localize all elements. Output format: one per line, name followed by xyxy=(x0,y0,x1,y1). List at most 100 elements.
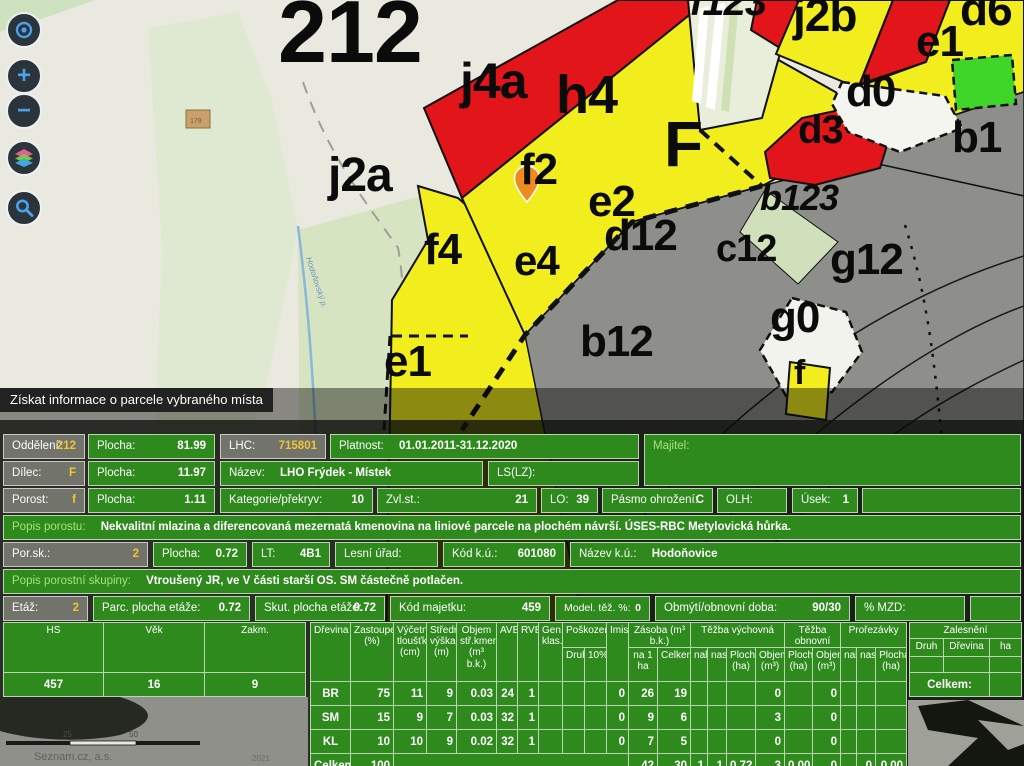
zoom-out-button[interactable]: − xyxy=(6,93,42,129)
field-zv-st: Zvl.st.: 21 xyxy=(377,488,537,513)
hs-value: 9 xyxy=(205,673,306,697)
layers-button[interactable] xyxy=(6,140,42,176)
field-lhc: LHC: 715801 xyxy=(220,434,326,459)
zalesneni-header: Druh xyxy=(910,639,944,657)
field-value: 0.72 xyxy=(219,597,241,619)
field-usek: Úsek: 1 xyxy=(792,488,858,513)
field-value: 459 xyxy=(522,597,541,619)
field-skut-plocha-etaze: Skut. plocha etáže: 0.72 xyxy=(255,596,385,621)
table-cell: 1 xyxy=(691,754,708,766)
hs-header: HS xyxy=(4,623,104,673)
forest-map-app: Hodoňovský p. 179 xyxy=(0,0,1024,766)
table-cell: Celkem: xyxy=(311,754,351,766)
zalesneni-header: Dřevina xyxy=(944,639,990,657)
table-cell xyxy=(990,673,1022,697)
field-label: Kód k.ú.: xyxy=(452,548,497,560)
table-cell xyxy=(708,730,727,754)
table-cell xyxy=(944,657,990,673)
field-nazev-ku: Název k.ú.: Hodoňovice xyxy=(570,542,1021,567)
table-cell xyxy=(841,754,857,766)
table-cell: 26 xyxy=(629,682,658,706)
group-header-obnovni: Těžba obnovní xyxy=(785,623,841,648)
col-header: Gen. klas. xyxy=(539,623,563,682)
map-label-e1-top: e1 xyxy=(916,20,963,64)
table-cell: 9 xyxy=(427,682,457,706)
sub-header: Plocha (ha) xyxy=(876,648,907,682)
map-year: 2021 xyxy=(252,754,270,763)
table-cell: 0 xyxy=(756,730,785,754)
sub-header: Plocha (ha) xyxy=(785,648,813,682)
sub-header: nal. xyxy=(841,648,857,682)
field-value: 39 xyxy=(576,489,589,511)
table-cell: 0.02 xyxy=(457,730,497,754)
basemap-bottom-right xyxy=(908,700,1024,766)
field-model-tez: Model. těž. %: 0 xyxy=(555,596,650,621)
field-lo: LO: 39 xyxy=(541,488,598,513)
table-cell xyxy=(876,730,907,754)
field-label: Oddělení: xyxy=(12,440,62,452)
hs-table: HS Věk Zakm. 457 16 9 xyxy=(3,622,306,697)
table-cell: 0.72 xyxy=(727,754,756,766)
sub-header: na 1 ha xyxy=(629,648,658,682)
table-cell xyxy=(857,682,876,706)
map-label-j2a: j2a xyxy=(328,152,392,200)
map-attribution: Seznam.cz, a.s. xyxy=(34,751,112,763)
field-value: 715801 xyxy=(279,435,317,457)
map-label-d3: d3 xyxy=(798,110,843,150)
table-cell: 6 xyxy=(658,706,691,730)
field-value: 10 xyxy=(351,489,364,511)
table-cell xyxy=(727,682,756,706)
table-row-br: BR 75 11 9 0.03 24 1 0 26 19 0 0 xyxy=(311,682,907,706)
field-value: 1 xyxy=(843,489,849,511)
table-cell xyxy=(563,730,585,754)
table-cell xyxy=(691,706,708,730)
field-etaz: Etáž: 2 xyxy=(3,596,88,621)
table-cell: 19 xyxy=(658,682,691,706)
table-cell: 9 xyxy=(427,730,457,754)
field-value: 0.72 xyxy=(216,543,238,565)
zalesneni-header: ha xyxy=(990,639,1022,657)
table-cell xyxy=(727,706,756,730)
field-por-sk: Por.sk.: 2 xyxy=(3,542,148,567)
field-value: 01.01.2011-31.12.2020 xyxy=(399,440,517,452)
table-cell xyxy=(990,657,1022,673)
table-row-celkem: Celkem: 100 42 30 1 1 0.72 3 0.00 0 0 0.… xyxy=(311,754,907,766)
layers-icon xyxy=(13,147,35,169)
hs-value: 16 xyxy=(104,673,205,697)
table-cell: 32 xyxy=(497,706,518,730)
field-label: Popis porostní skupiny: xyxy=(12,575,131,587)
sub-header: Objem (m³) xyxy=(813,648,841,682)
hs-value: 457 xyxy=(4,673,104,697)
table-cell: KL xyxy=(311,730,351,754)
field-value: 90/30 xyxy=(812,597,841,619)
field-label: Plocha: xyxy=(97,467,135,479)
table-cell: 32 xyxy=(497,730,518,754)
zalesneni-table: Zalesnění Druh Dřevina ha Celkem: xyxy=(909,622,1022,697)
field-plocha-por-sk: Plocha: 0.72 xyxy=(153,542,247,567)
locate-button[interactable] xyxy=(6,12,42,48)
field-label: Kategorie/překryv: xyxy=(229,494,322,506)
field-value: Nekvalitní mlazina a diferencovaná mezer… xyxy=(101,521,791,533)
table-cell: 0.03 xyxy=(457,682,497,706)
stand-table: Dřevina Zastoupení (%) Výčetní tloušťka … xyxy=(310,622,907,766)
field-lt: LT: 4B1 xyxy=(252,542,330,567)
search-button[interactable] xyxy=(6,190,42,226)
field-value: 0 xyxy=(635,597,641,619)
table-cell: 0 xyxy=(607,706,629,730)
table-cell: 10 xyxy=(351,730,394,754)
basemap-bottom-left: 25 50 Seznam.cz, a.s. 2021 xyxy=(0,697,308,766)
table-cell xyxy=(876,682,907,706)
group-header-zasoba: Zásoba (m³ b.k.) xyxy=(629,623,691,648)
field-label: Etáž: xyxy=(12,602,38,614)
map-label-oddeleni: 212 xyxy=(278,0,422,76)
sub-header: Druh xyxy=(563,648,585,682)
field-label: Dílec: xyxy=(12,467,41,479)
field-value: 2 xyxy=(73,597,79,619)
table-cell xyxy=(785,682,813,706)
table-cell: 1 xyxy=(518,730,539,754)
zoom-in-button[interactable]: + xyxy=(6,58,42,94)
field-label: Kód majetku: xyxy=(399,602,466,614)
table-cell: 100 xyxy=(351,754,394,766)
group-header-vychovna: Těžba výchovná xyxy=(691,623,785,648)
map-label-g12: g12 xyxy=(830,238,903,282)
